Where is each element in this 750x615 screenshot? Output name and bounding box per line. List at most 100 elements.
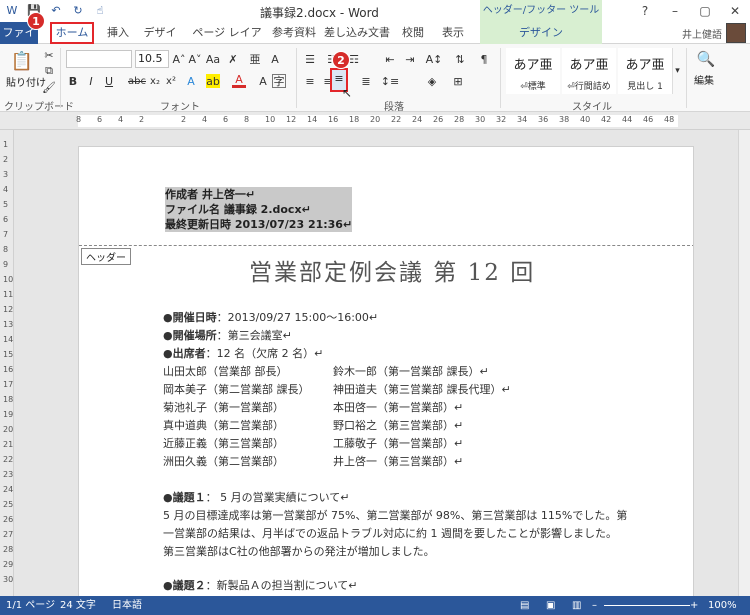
undo-icon[interactable]: ↶: [48, 2, 64, 18]
sort-icon[interactable]: ⇅: [452, 52, 468, 66]
attendee-left[interactable]: 岡本美子（第二営業部 課長）: [163, 381, 310, 397]
zoom-slider[interactable]: [604, 605, 690, 606]
tab-design[interactable]: デザイン: [140, 22, 180, 61]
subscript-icon[interactable]: x₂: [148, 74, 162, 88]
font-color-icon[interactable]: A: [232, 73, 246, 88]
style-heading-1[interactable]: あア亜 見出し 1: [618, 48, 672, 94]
decrease-indent-icon[interactable]: ⇤: [382, 52, 398, 66]
paste-button[interactable]: 貼り付け: [6, 74, 46, 89]
underline-icon[interactable]: U: [102, 74, 116, 88]
zoom-level[interactable]: 100%: [708, 596, 737, 615]
char-shading-icon[interactable]: A: [256, 74, 270, 88]
change-case-icon[interactable]: Aa: [206, 52, 220, 66]
shrink-font-icon[interactable]: A˅: [188, 52, 202, 66]
paragraph-line[interactable]: 5 月の目標達成率は第一営業部が 75%、第二営業部が 98%、第三営業部は 1…: [163, 507, 627, 523]
ruler-number: 44: [622, 115, 633, 124]
word-count[interactable]: 24 文字: [60, 596, 96, 615]
topic1-line[interactable]: ●議題１： 5 月の営業実績について↵: [163, 489, 350, 505]
document-page[interactable]: 作成者 井上啓一↵ ファイル名 議事録 2.docx↵ 最終更新日時 2013/…: [78, 146, 694, 606]
horizontal-ruler[interactable]: 8 6 4 2 2 4 6 8 10 12 14 16 18 20 22 24 26 28 30 32 34 36 38 40…: [0, 112, 750, 130]
copy-icon[interactable]: ⧉: [42, 64, 56, 78]
attendee-left[interactable]: 洲田久義（第二営業部）: [163, 453, 284, 469]
attendee-left[interactable]: 真中道典（第二営業部）: [163, 417, 284, 433]
document-title[interactable]: 営業部定例会議 第 12 回: [249, 253, 535, 287]
tab-review[interactable]: 校閲: [400, 22, 426, 44]
style-normal[interactable]: あア亜 ⏎標準: [506, 48, 560, 94]
editing-button[interactable]: 編集: [694, 72, 714, 87]
tab-mailings[interactable]: 差し込み文書: [324, 22, 390, 44]
text-effects-icon[interactable]: A: [184, 74, 198, 88]
enclose-char-icon[interactable]: A: [268, 52, 282, 66]
attendee-right[interactable]: 野口裕之（第三営業部）↵: [333, 417, 463, 433]
grow-font-icon[interactable]: A˄: [172, 52, 186, 66]
clear-format-icon[interactable]: ✗: [226, 52, 240, 66]
paragraph-line[interactable]: 一営業部の結果は、月半ばでの返品トラブル対応に約 1 週間を要したことが影響しま…: [163, 525, 617, 541]
attendee-left[interactable]: 菊池礼子（第一営業部）: [163, 399, 284, 415]
language[interactable]: 日本語: [112, 596, 142, 615]
bullets-icon[interactable]: ☰: [302, 52, 318, 66]
line-spacing-icon[interactable]: ↕≡: [380, 74, 400, 88]
vertical-ruler[interactable]: 1 2 3 4 5 6 7 8 9 10 11 12 13 14 15 16 17 18 19 20 21 22 23 24 2…: [0, 130, 14, 596]
increase-indent-icon[interactable]: ⇥: [402, 52, 418, 66]
avatar[interactable]: [726, 23, 746, 43]
char-border-icon[interactable]: 字: [272, 74, 286, 88]
date-line[interactable]: ●開催日時：2013/09/27 15:00〜16:00↵: [163, 309, 378, 325]
zoom-in-icon[interactable]: +: [690, 596, 698, 615]
user-name[interactable]: 井上健語: [682, 26, 722, 41]
ruler-number: 2: [139, 115, 145, 124]
attendee-right[interactable]: 井上啓一（第三営業部）↵: [333, 453, 463, 469]
attendance-line[interactable]: ●出席者：12 名（欠席 2 名）↵: [163, 345, 323, 361]
strikethrough-icon[interactable]: abc: [128, 74, 146, 88]
borders-icon[interactable]: ⊞: [450, 74, 466, 88]
font-size-select[interactable]: 10.5: [135, 50, 169, 68]
style-no-spacing[interactable]: あア亜 ⏎行間詰め: [562, 48, 616, 94]
attendee-right[interactable]: 本田啓一（第一営業部）↵: [333, 399, 463, 415]
place-line[interactable]: ●開催場所：第三会議室↵: [163, 327, 292, 343]
styles-more-icon[interactable]: ▾: [672, 48, 682, 94]
distributed-icon[interactable]: ≣: [358, 74, 374, 88]
redo-icon[interactable]: ↻: [70, 2, 86, 18]
align-left-icon[interactable]: ≡: [302, 74, 318, 88]
attendee-left[interactable]: 近藤正義（第三営業部）: [163, 435, 284, 451]
bold-icon[interactable]: B: [66, 74, 80, 88]
font-name-select[interactable]: [66, 50, 132, 68]
show-marks-icon[interactable]: ¶: [476, 52, 492, 66]
header-author-line: 作成者 井上啓一↵: [165, 187, 353, 202]
attendee-right[interactable]: 工藤敬子（第一営業部）↵: [333, 435, 463, 451]
tab-insert[interactable]: 挿入: [104, 22, 132, 44]
close-button[interactable]: ✕: [720, 0, 750, 22]
header-content[interactable]: 作成者 井上啓一↵ ファイル名 議事録 2.docx↵ 最終更新日時 2013/…: [165, 187, 353, 232]
tab-page-layout[interactable]: ページ レイアウト: [188, 22, 266, 61]
vertical-scrollbar[interactable]: [738, 130, 750, 596]
tab-hf-design[interactable]: デザイン: [480, 22, 602, 44]
paragraph-line[interactable]: 第三営業部はC社の他部署からの発注が増加しました。: [163, 543, 435, 559]
topic2-line[interactable]: ●議題２：新製品Ａの担当割について↵: [163, 577, 358, 593]
find-icon[interactable]: 🔍: [694, 48, 718, 70]
attendee-right[interactable]: 神田道夫（第三営業部 課長代理）↵: [333, 381, 511, 397]
tab-home[interactable]: ホーム: [50, 22, 94, 44]
shading-icon[interactable]: ◈: [424, 74, 440, 88]
attendee-left[interactable]: 山田太郎（営業部 部長）: [163, 363, 288, 379]
web-layout-icon[interactable]: ▥: [572, 596, 581, 615]
restore-button[interactable]: ▢: [690, 0, 720, 22]
tab-view[interactable]: 表示: [440, 22, 466, 44]
minimize-button[interactable]: –: [660, 0, 690, 22]
phonetic-icon[interactable]: 亜: [248, 52, 262, 66]
page-count[interactable]: 1/1 ページ: [6, 596, 55, 615]
highlight-icon[interactable]: ab: [206, 74, 220, 88]
vruler-number: 8: [3, 245, 9, 254]
help-button[interactable]: ?: [630, 0, 660, 22]
zoom-out-icon[interactable]: –: [592, 596, 597, 615]
paste-icon[interactable]: 📋: [8, 48, 36, 74]
attendee-right[interactable]: 鈴木一郎（第一営業部 課長）↵: [333, 363, 489, 379]
read-mode-icon[interactable]: ▤: [520, 596, 529, 615]
tab-references[interactable]: 参考資料: [272, 22, 316, 44]
print-layout-icon[interactable]: ▣: [546, 596, 555, 615]
cut-icon[interactable]: ✂: [42, 48, 56, 62]
superscript-icon[interactable]: x²: [164, 74, 178, 88]
italic-icon[interactable]: I: [84, 74, 98, 88]
touch-mode-icon[interactable]: ☝: [92, 2, 108, 18]
asian-layout-icon[interactable]: A↕: [424, 52, 444, 66]
vruler-number: 6: [3, 215, 9, 224]
format-painter-icon[interactable]: 🖌: [42, 80, 56, 94]
